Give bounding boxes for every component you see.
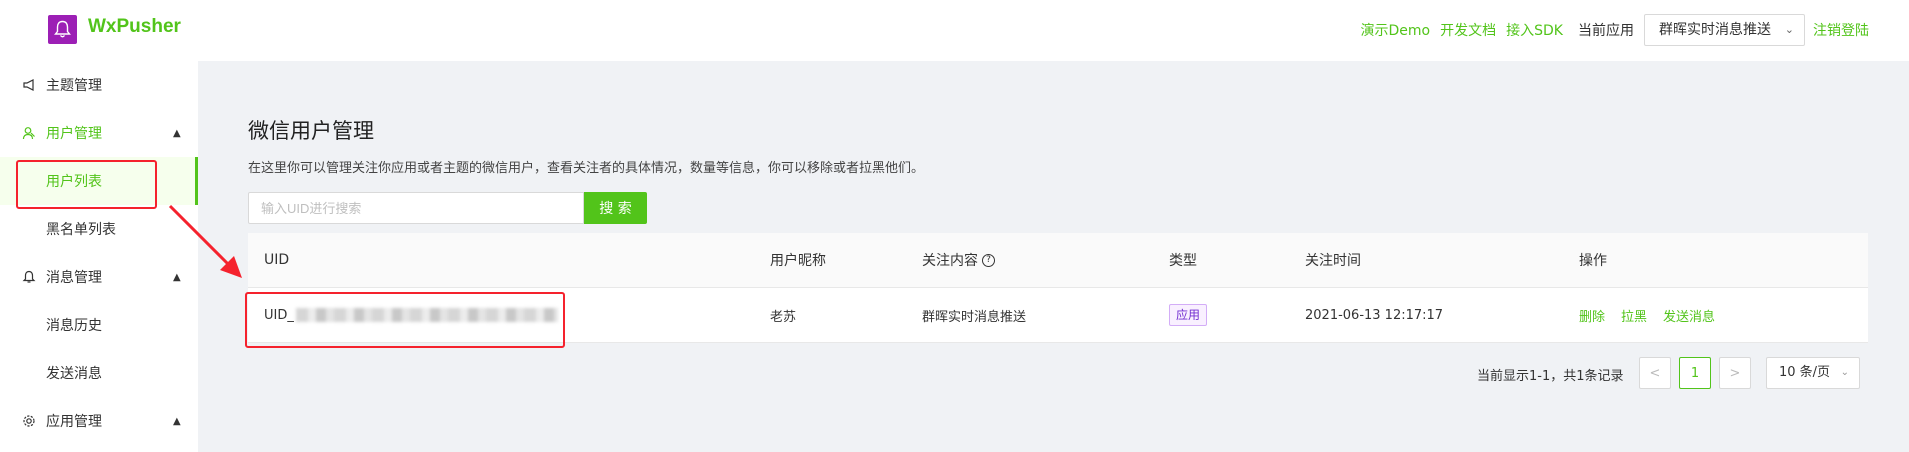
annotation-arrow-icon [168, 204, 242, 278]
column-header-follow-label: 关注内容 [922, 253, 978, 269]
sidebar-item-send-message[interactable]: 发送消息 [0, 349, 198, 397]
bell-icon [22, 270, 36, 284]
column-header-actions: 操作 [1579, 253, 1607, 269]
gear-icon [22, 414, 36, 428]
bell-logo-icon[interactable] [48, 15, 77, 44]
question-icon[interactable]: ? [982, 253, 995, 267]
sidebar-item-label: 消息历史 [46, 318, 102, 334]
sidebar-item-label: 黑名单列表 [46, 222, 116, 238]
sidebar-item-topics[interactable]: 主题管理 [0, 61, 198, 109]
search-button[interactable]: 搜 索 [584, 192, 647, 224]
sidebar-item-label: 用户管理 [46, 126, 102, 142]
chevron-down-icon: ⌄ [1840, 367, 1849, 378]
top-header: WxPusher 演示Demo 开发文档 接入SDK 当前应用 群晖实时消息推送… [0, 0, 1909, 61]
delete-link[interactable]: 删除 [1579, 306, 1605, 325]
pagination: 当前显示1-1，共1条记录 < 1 > 10 条/页 ⌄ [198, 357, 1909, 389]
main-content: 微信用户管理 在这里你可以管理关注你应用或者主题的微信用户，查看关注者的具体情况… [198, 61, 1909, 452]
highlight-box-uid [245, 292, 565, 348]
send-message-link[interactable]: 发送消息 [1663, 306, 1715, 325]
sidebar-item-users[interactable]: 用户管理 ▲ [0, 109, 198, 157]
time-cell: 2021-06-13 12:17:17 [1305, 307, 1444, 323]
column-header-uid: UID [264, 252, 290, 268]
user-icon [22, 126, 36, 140]
type-cell: 应用 [1169, 288, 1208, 342]
follow-cell: 群晖实时消息推送 [922, 309, 1027, 325]
page-title: 微信用户管理 [248, 119, 374, 143]
actions-cell: 删除 拉黑 发送消息 [1579, 288, 1731, 342]
sidebar-item-label: 发送消息 [46, 366, 102, 382]
logout-link[interactable]: 注销登陆 [1813, 20, 1869, 40]
megaphone-icon [22, 78, 36, 92]
sidebar-item-label: 消息管理 [46, 270, 102, 286]
type-badge: 应用 [1169, 304, 1208, 326]
chevron-up-icon: ▲ [173, 127, 181, 139]
current-app-value: 群晖实时消息推送 [1659, 22, 1771, 38]
page-description: 在这里你可以管理关注你应用或者主题的微信用户，查看关注者的具体情况，数量等信息，… [248, 161, 925, 176]
top-links: 演示Demo 开发文档 接入SDK [1361, 20, 1563, 40]
sidebar-item-message-history[interactable]: 消息历史 [0, 301, 198, 349]
demo-link[interactable]: 演示Demo [1361, 20, 1431, 40]
brand-name[interactable]: WxPusher [88, 16, 181, 38]
sidebar-item-label: 主题管理 [46, 78, 102, 94]
chevron-up-icon: ▲ [173, 415, 181, 427]
current-app-label: 当前应用 [1578, 23, 1634, 39]
docs-link[interactable]: 开发文档 [1440, 20, 1496, 40]
column-header-nickname: 用户昵称 [770, 253, 826, 269]
page-size-select[interactable]: 10 条/页 ⌄ [1766, 357, 1860, 389]
current-app-select[interactable]: 群晖实时消息推送 ⌄ [1644, 14, 1805, 46]
pagination-total: 当前显示1-1，共1条记录 [1477, 369, 1624, 384]
column-header-follow: 关注内容 ? [922, 233, 995, 287]
column-header-type: 类型 [1169, 253, 1197, 269]
highlight-box-user-list [16, 160, 157, 209]
prev-page-button[interactable]: < [1639, 357, 1671, 389]
uid-search-input[interactable] [248, 192, 584, 224]
page-size-value: 10 条/页 [1779, 365, 1831, 380]
sdk-link[interactable]: 接入SDK [1506, 20, 1563, 40]
block-link[interactable]: 拉黑 [1621, 306, 1647, 325]
nickname-cell: 老苏 [770, 309, 797, 325]
page-1-button[interactable]: 1 [1679, 357, 1711, 389]
next-page-button[interactable]: > [1719, 357, 1751, 389]
column-header-time: 关注时间 [1305, 253, 1361, 269]
chevron-down-icon: ⌄ [1784, 23, 1794, 36]
sidebar-item-label: 应用管理 [46, 414, 102, 430]
sidebar-item-apps[interactable]: 应用管理 ▲ [0, 397, 198, 445]
table-header: UID 用户昵称 关注内容 ? 类型 关注时间 操作 [248, 233, 1868, 288]
